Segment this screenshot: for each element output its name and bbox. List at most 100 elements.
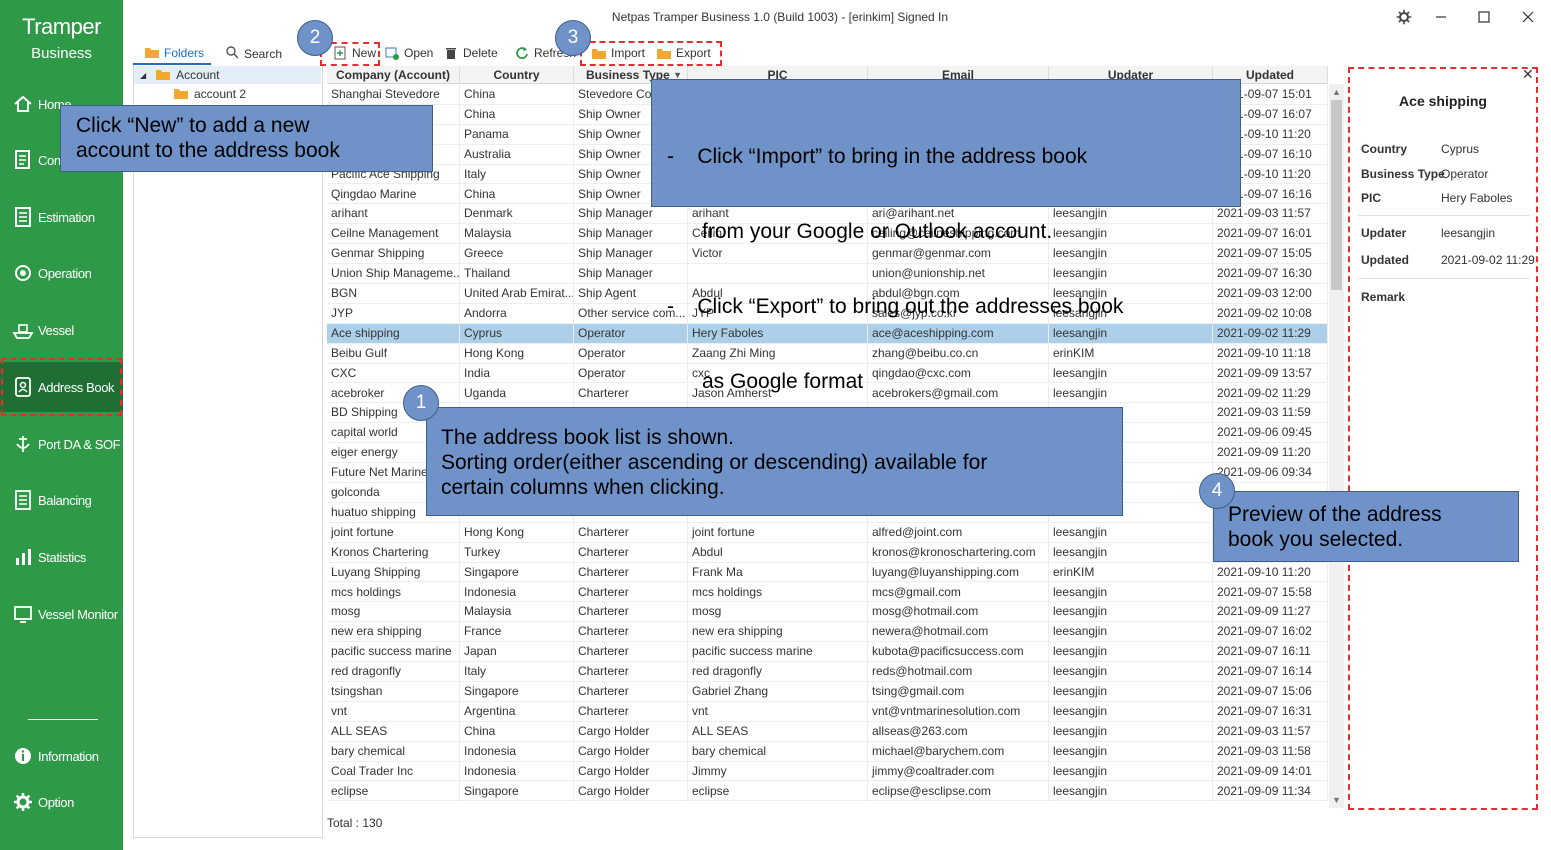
settings-button[interactable] [1394, 8, 1414, 28]
cell-country: Malaysia [460, 224, 574, 244]
table-row[interactable]: mcs holdings Indonesia Charterer mcs holdin… [327, 582, 1328, 603]
table-row[interactable]: bary chemical Indonesia Cargo Holder bary c… [327, 741, 1328, 762]
home-icon [12, 93, 34, 115]
sidebar-item-label: Statistics [38, 549, 87, 565]
sidebar-item-information[interactable]: Information [0, 731, 123, 781]
brand-title: Tramper [22, 14, 101, 39]
cell-pic: Frank Ma [688, 562, 868, 582]
table-row[interactable]: eclipse Singapore Cargo Holder eclipse eclip… [327, 781, 1328, 802]
cell-pic: joint fortune [688, 522, 868, 542]
cell-country: Indonesia [460, 582, 574, 602]
tree-item-account[interactable]: ◢ Account [134, 66, 321, 84]
folder-panel [133, 65, 323, 838]
cell-pic: pacific success marine [688, 642, 868, 662]
sidebar-item-vessel[interactable]: Vessel [0, 305, 123, 355]
table-row[interactable]: vnt Argentina Charterer vnt vnt@vntmarinesol… [327, 701, 1328, 722]
sidebar-item-port-da-sof[interactable]: Port DA & SOF [0, 419, 123, 469]
cell-pic: mosg [688, 602, 868, 622]
table-row[interactable]: new era shipping France Charterer new era s… [327, 622, 1328, 643]
cell-company: CXC [327, 363, 460, 383]
callout-line: Sorting order(either ascending or descen… [441, 451, 988, 474]
cell-business-type: Charterer [574, 701, 688, 721]
cell-email: alfred@joint.com [868, 522, 1049, 542]
step-badge-1: 1 [403, 385, 439, 421]
sidebar-item-label: Vessel [38, 322, 74, 338]
callout-line: Preview of the address [1228, 503, 1442, 526]
tree-item-account-2[interactable]: account 2 [174, 85, 246, 103]
sidebar-item-label: Balancing [38, 492, 92, 508]
cell-company: BGN [327, 284, 460, 303]
preview-label-country: Country [1361, 142, 1407, 156]
column-header-company[interactable]: Company (Account) [327, 66, 460, 84]
trash-icon [444, 46, 458, 60]
cell-updated: 2021-09-07 16:02 [1213, 622, 1328, 642]
table-row[interactable]: ALL SEAS China Cargo Holder ALL SEAS allseas… [327, 721, 1328, 742]
port-icon [12, 433, 34, 455]
table-row[interactable]: Coal Trader Inc Indonesia Cargo Holder Jimm… [327, 761, 1328, 782]
table-row[interactable]: joint fortune Hong Kong Charterer joint for… [327, 522, 1328, 543]
sidebar-item-statistics[interactable]: Statistics [0, 532, 123, 582]
cell-business-type: Charterer [574, 682, 688, 701]
cell-updated: 2021-09-09 11:27 [1213, 602, 1328, 622]
scroll-down-icon[interactable]: ▼ [1330, 794, 1343, 807]
cell-pic: new era shipping [688, 622, 868, 642]
cell-business-type: Cargo Holder [574, 761, 688, 781]
cell-company: bary chemical [327, 741, 460, 761]
cell-country: Panama [460, 124, 574, 144]
table-row[interactable]: tsingshan Singapore Charterer Gabriel Zhang… [327, 682, 1328, 702]
sidebar-item-vessel-monitor[interactable]: Vessel Monitor [0, 589, 123, 639]
table-row[interactable]: Luyang Shipping Singapore Charterer Frank M… [327, 562, 1328, 583]
scrollbar-thumb[interactable] [1331, 100, 1342, 290]
column-header-country[interactable]: Country [460, 66, 574, 84]
cell-updater: leesangjin [1049, 522, 1213, 542]
cell-updater: leesangjin [1049, 602, 1213, 622]
cell-email: jimmy@coaltrader.com [868, 761, 1049, 781]
tab-folders[interactable]: Folders [133, 43, 211, 65]
table-row[interactable]: pacific success marine Japan Charterer paci… [327, 642, 1328, 663]
folder-icon [174, 87, 188, 102]
close-button[interactable] [1518, 8, 1538, 28]
scroll-up-icon[interactable]: ▲ [1330, 86, 1343, 99]
sidebar-item-option[interactable]: Option [0, 777, 123, 827]
delete-button[interactable]: Delete [444, 44, 498, 62]
cell-country: Cyprus [460, 323, 574, 343]
preview-close-icon[interactable]: ✕ [1522, 66, 1534, 83]
table-row[interactable]: Kronos Chartering Turkey Charterer Abdul kro… [327, 542, 1328, 563]
callout-preview: Preview of the address book you selected… [1213, 491, 1519, 562]
callout-line: from your Google or Outlook account. [667, 220, 1053, 243]
minimize-button[interactable] [1431, 8, 1451, 28]
contract-icon [12, 149, 34, 171]
cell-updated: 2021-09-06 09:45 [1213, 423, 1328, 443]
cell-email: luyang@luyanshipping.com [868, 562, 1049, 582]
total-count: Total : 130 [327, 816, 383, 830]
cell-company: Ceilne Management [327, 224, 460, 244]
callout-line: - Click “Import” to bring in the address… [667, 145, 1088, 168]
cell-business-type: Charterer [574, 602, 688, 622]
cell-country: Japan [460, 642, 574, 662]
preview-value-pic: Hery Faboles [1441, 191, 1513, 205]
window-title: Netpas Tramper Business 1.0 (Build 1003)… [611, 10, 949, 24]
cell-company: vnt [327, 701, 460, 721]
cell-updated: 2021-09-09 14:01 [1213, 761, 1328, 781]
cell-email: reds@hotmail.com [868, 662, 1049, 682]
cell-country: Turkey [460, 542, 574, 562]
cell-email: eclipse@esclipse.com [868, 781, 1049, 801]
cell-updater: leesangjin [1049, 721, 1213, 741]
table-row[interactable]: mosg Malaysia Charterer mosg mosg@hotmail.co… [327, 602, 1328, 623]
sidebar-item-balancing[interactable]: Balancing [0, 475, 123, 525]
sidebar-item-operation[interactable]: Operation [0, 248, 123, 298]
tab-search[interactable]: Search [222, 43, 282, 65]
table-row[interactable]: red dragonfly Italy Charterer red dragonfly… [327, 662, 1328, 682]
sidebar-item-label: Information [38, 748, 99, 764]
cell-country: Singapore [460, 781, 574, 801]
sidebar-item-estimation[interactable]: Estimation [0, 192, 123, 242]
preview-divider [1358, 278, 1530, 279]
maximize-button[interactable] [1474, 8, 1494, 28]
open-button[interactable]: Open [385, 44, 433, 62]
callout-list: The address book list is shown. Sorting … [426, 407, 1123, 516]
cell-business-type: Cargo Holder [574, 781, 688, 801]
info-icon [12, 745, 34, 767]
preview-label-pic: PIC [1361, 191, 1382, 205]
vessel-monitor-icon [12, 603, 34, 625]
preview-divider [1358, 215, 1530, 216]
